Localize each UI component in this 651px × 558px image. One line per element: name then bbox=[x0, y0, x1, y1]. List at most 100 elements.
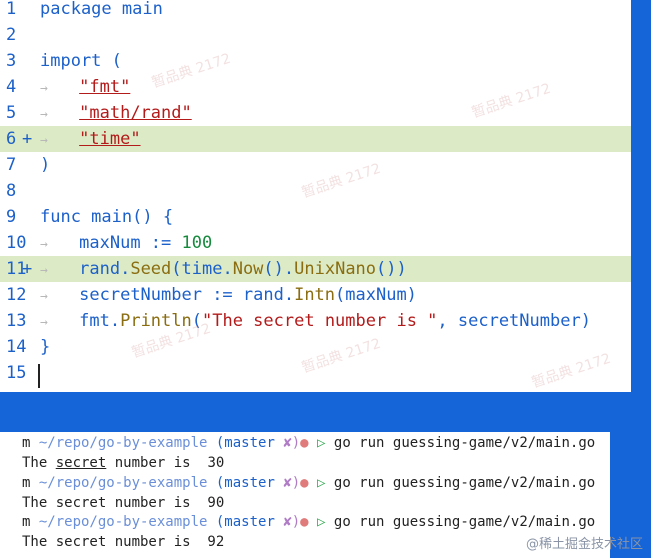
status-dot-icon: ● bbox=[300, 514, 318, 530]
code-text: → "time" bbox=[40, 126, 141, 154]
code-token: 100 bbox=[181, 233, 213, 253]
code-token: ( bbox=[191, 311, 202, 331]
prompt-path: ~/repo/go-by-example bbox=[38, 474, 216, 491]
code-token: (time. bbox=[171, 259, 233, 279]
prompt-char: m bbox=[22, 514, 39, 530]
code-text: → fmt.Println("The secret number is ", s… bbox=[40, 308, 591, 336]
code-line[interactable]: 10 → maxNum := 100 bbox=[0, 230, 631, 256]
code-line[interactable]: 12 → secretNumber := rand.Intn(maxNum) bbox=[0, 282, 631, 308]
tab-indent-icon: → bbox=[40, 81, 80, 96]
code-text: → rand.Seed(time.Now().UnixNano()) bbox=[40, 256, 407, 284]
site-watermark: @稀土掘金技术社区 bbox=[525, 537, 643, 552]
code-token: (maxNum) bbox=[335, 285, 417, 305]
code-line[interactable]: 6 + → "time" bbox=[0, 126, 631, 152]
tab-indent-icon: → bbox=[40, 237, 80, 252]
code-token: "math/rand" bbox=[79, 103, 192, 123]
prompt-char: m bbox=[22, 474, 39, 491]
code-token: ) bbox=[40, 155, 51, 175]
output-text: number is 30 bbox=[106, 455, 225, 471]
output-text: The secret number is 92 bbox=[22, 534, 225, 550]
code-token: Intn bbox=[294, 285, 336, 305]
tab-indent-icon: → bbox=[40, 133, 80, 148]
line-number: 7 bbox=[6, 155, 17, 175]
code-token: } bbox=[40, 337, 51, 357]
code-text: → "math/rand" bbox=[40, 100, 192, 128]
line-number: 2 bbox=[6, 25, 17, 45]
line-number: 9 bbox=[6, 207, 17, 227]
code-line[interactable]: 1 package main bbox=[0, 0, 631, 22]
line-number: 13 bbox=[6, 311, 27, 331]
code-line[interactable]: 8 bbox=[0, 178, 631, 204]
prompt-arrow-icon: ▷ bbox=[317, 435, 334, 451]
tab-indent-icon: → bbox=[40, 289, 80, 304]
prompt-path: ~/repo/go-by-example bbox=[38, 514, 216, 530]
terminal-command: go run guessing-game/v2/main.go bbox=[333, 514, 596, 530]
output-text: The secret number is 90 bbox=[22, 494, 225, 511]
status-dot-icon: ● bbox=[300, 474, 318, 491]
code-token: import ( bbox=[40, 51, 122, 71]
code-line[interactable]: 4 → "fmt" bbox=[0, 74, 631, 100]
text-cursor bbox=[38, 364, 40, 388]
tab-indent-icon: → bbox=[40, 107, 80, 122]
code-token: "time" bbox=[79, 129, 141, 149]
output-text: The bbox=[22, 455, 56, 471]
line-number: 14 bbox=[6, 337, 27, 357]
code-line[interactable]: 14} bbox=[0, 334, 631, 360]
terminal-prompt-line: m ~/repo/go-by-example (master ✘)● ▷ go … bbox=[22, 513, 595, 532]
code-line[interactable]: 7) bbox=[0, 152, 631, 178]
code-token: (). bbox=[263, 259, 295, 279]
code-token: "The secret number is " bbox=[202, 311, 438, 331]
code-token: secretNumber := rand. bbox=[79, 285, 295, 305]
terminal-output-line: The secret number is 92 bbox=[22, 533, 224, 552]
terminal-prompt-line: m ~/repo/go-by-example (master ✘)● ▷ go … bbox=[22, 434, 595, 453]
line-number: 11 bbox=[6, 259, 27, 279]
code-line[interactable]: 5 → "math/rand" bbox=[0, 100, 631, 126]
terminal-output-line: The secret number is 30 bbox=[22, 454, 224, 473]
code-editor[interactable]: 1 package main 2 3 import ( 4 → "fmt" 5 → "math/… bbox=[0, 0, 631, 392]
line-number: 6 bbox=[6, 129, 17, 149]
code-token: Seed bbox=[130, 259, 172, 279]
code-line[interactable]: 11 + → rand.Seed(time.Now().UnixNano()) bbox=[0, 256, 631, 282]
prompt-arrow-icon: ▷ bbox=[317, 514, 334, 530]
line-number: 3 bbox=[6, 51, 17, 71]
code-token: Now bbox=[232, 259, 264, 279]
git-dirty-icon: ✘) bbox=[283, 514, 301, 530]
terminal-prompt-line: m ~/repo/go-by-example (master ✘)● ▷ go … bbox=[22, 474, 595, 493]
code-token: package main bbox=[40, 0, 163, 19]
code-text: package main bbox=[40, 0, 163, 22]
prompt-char: m bbox=[22, 435, 39, 451]
code-token: func main() { bbox=[40, 207, 174, 227]
tab-indent-icon: → bbox=[40, 263, 80, 278]
line-number: 4 bbox=[6, 77, 17, 97]
git-branch: (master bbox=[215, 474, 284, 491]
line-number: 8 bbox=[6, 181, 17, 201]
output-text: secret bbox=[55, 455, 107, 471]
status-dot-icon: ● bbox=[300, 435, 318, 451]
code-text: } bbox=[40, 334, 50, 360]
code-token: rand. bbox=[79, 259, 131, 279]
terminal-output-line: The secret number is 90 bbox=[22, 494, 224, 513]
terminal-panel[interactable]: m ~/repo/go-by-example (master ✘)● ▷ go … bbox=[0, 432, 610, 558]
line-number: 1 bbox=[6, 0, 17, 19]
code-text: import ( bbox=[40, 48, 122, 74]
git-branch: (master bbox=[215, 514, 284, 530]
line-number: 5 bbox=[6, 103, 17, 123]
code-token: "fmt" bbox=[79, 77, 131, 97]
code-line[interactable]: 9 func main() { bbox=[0, 204, 631, 230]
terminal-command: go run guessing-game/v2/main.go bbox=[333, 474, 596, 491]
line-number: 12 bbox=[6, 285, 27, 305]
code-line[interactable]: 3 import ( bbox=[0, 48, 631, 74]
git-dirty-icon: ✘) bbox=[283, 474, 301, 491]
code-token: maxNum := bbox=[79, 233, 182, 253]
added-line-marker: + bbox=[22, 259, 33, 279]
code-line[interactable]: 13 → fmt.Println("The secret number is ",… bbox=[0, 308, 631, 334]
code-text: → "fmt" bbox=[40, 74, 130, 102]
code-line[interactable]: 2 bbox=[0, 22, 631, 48]
code-text: ) bbox=[40, 152, 50, 178]
tab-indent-icon: → bbox=[40, 315, 80, 330]
code-line[interactable]: 15 bbox=[0, 360, 631, 386]
git-dirty-icon: ✘) bbox=[283, 435, 301, 451]
code-token: , secretNumber) bbox=[437, 311, 591, 331]
code-token: Println bbox=[120, 311, 192, 331]
line-number: 10 bbox=[6, 233, 27, 253]
